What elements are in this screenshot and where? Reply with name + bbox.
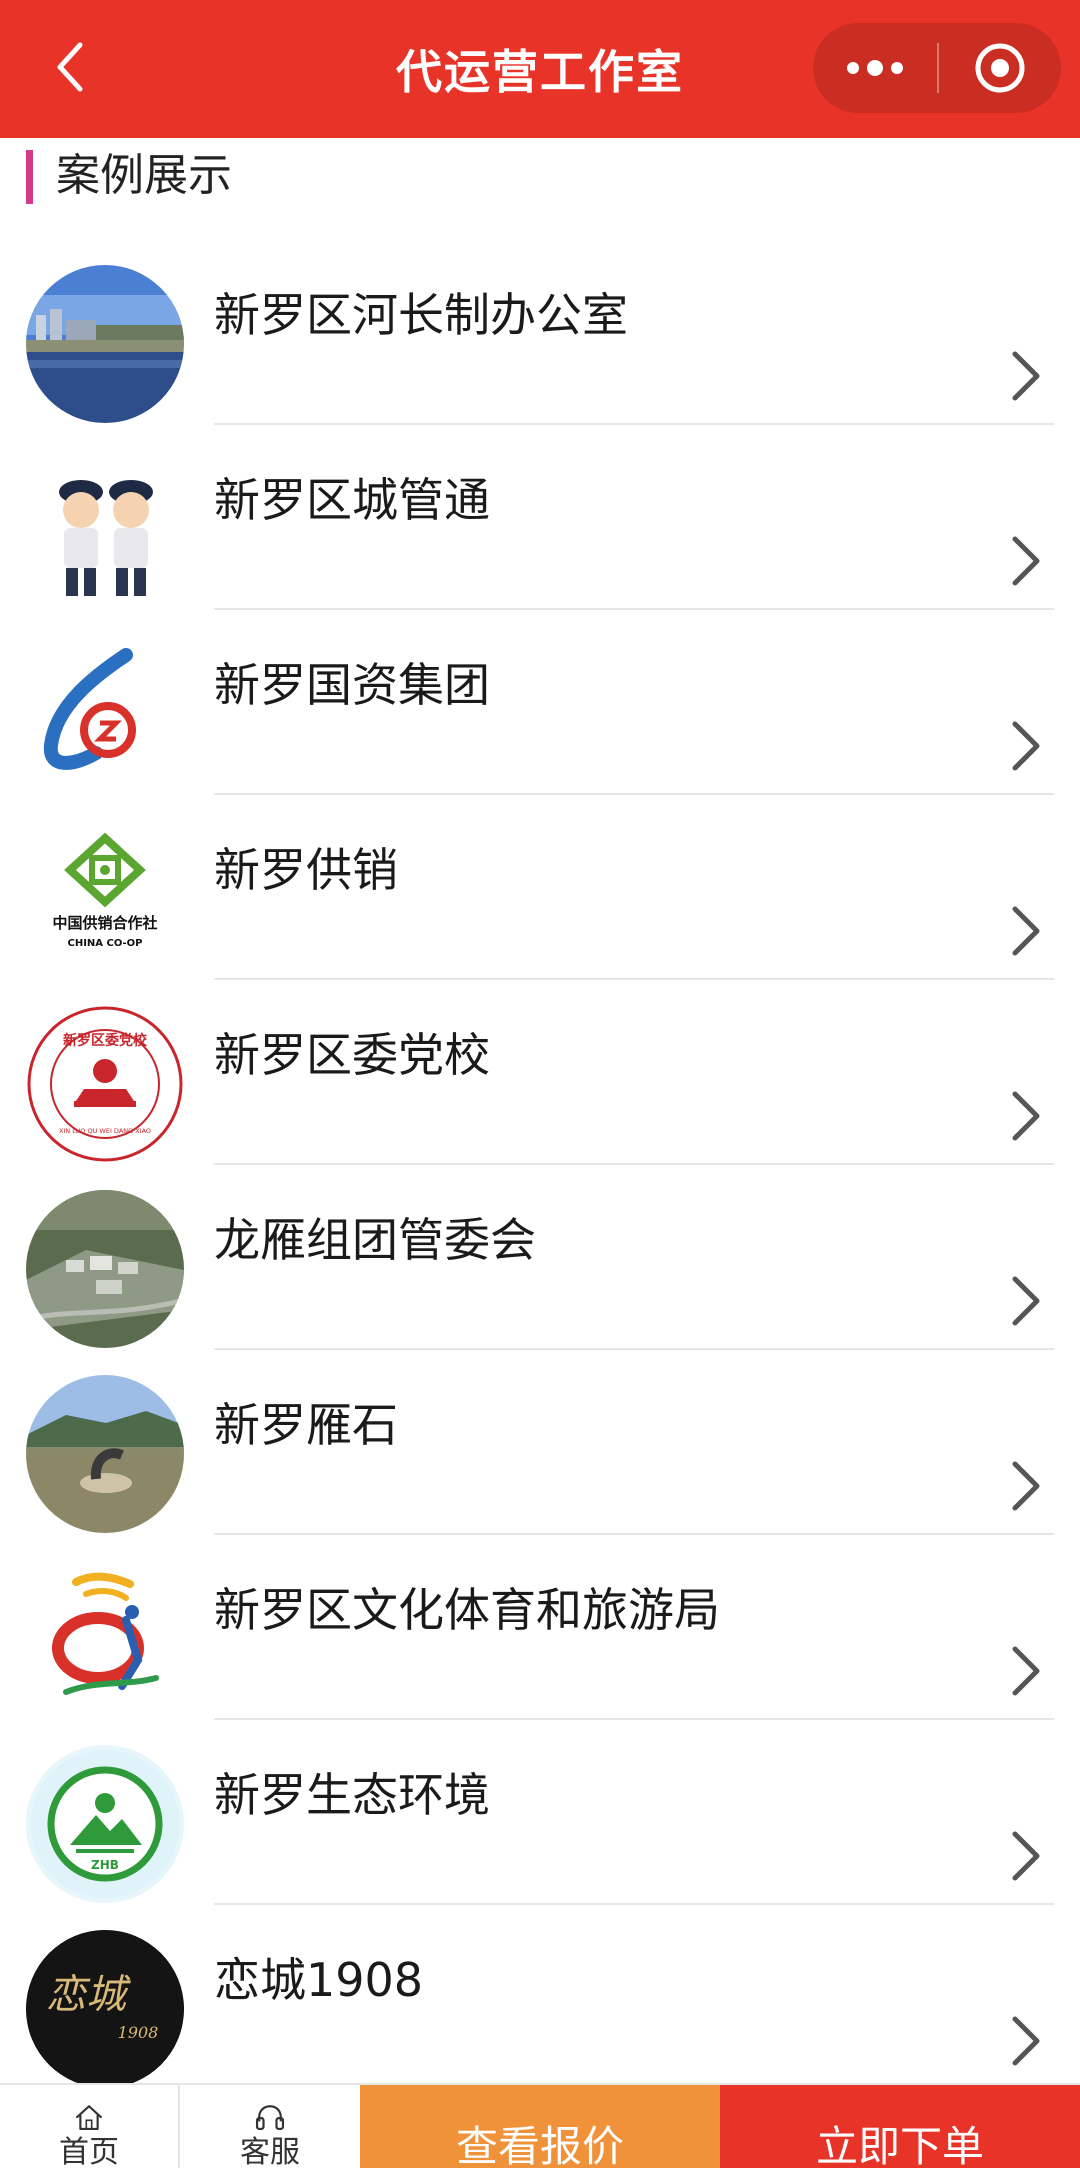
china-coop-logo-thumbnail: 中国供销合作社 CHINA CO-OP	[26, 820, 184, 978]
chevron-right-icon	[1012, 351, 1040, 401]
chevron-right-icon	[1012, 2016, 1040, 2066]
home-icon	[76, 2105, 102, 2130]
chevron-right-icon	[1012, 1276, 1040, 1326]
city-officers-thumbnail	[26, 450, 184, 608]
section-accent-bar	[26, 150, 33, 204]
case-name: 新罗区委党校	[214, 1028, 490, 1082]
list-item[interactable]: 龙雁组团管委会	[0, 1165, 1080, 1350]
section-title: 案例展示	[56, 150, 232, 201]
coop-logo-text: 中国供销合作社	[52, 914, 157, 932]
case-name: 龙雁组团管委会	[214, 1213, 536, 1267]
mini-program-capsule	[813, 23, 1061, 113]
back-button[interactable]	[30, 22, 110, 112]
list-item[interactable]: 新罗国资集团	[0, 610, 1080, 795]
back-chevron-icon	[57, 42, 83, 92]
case-name: 新罗区河长制办公室	[214, 288, 628, 342]
chevron-right-icon	[1012, 1461, 1040, 1511]
coop-logo-subtext: CHINA CO-OP	[67, 938, 142, 949]
list-item[interactable]: 新罗雁石	[0, 1350, 1080, 1535]
list-item[interactable]: ZHB 新罗生态环境	[0, 1720, 1080, 1905]
chevron-right-icon	[1012, 1646, 1040, 1696]
case-name: 新罗雁石	[214, 1398, 398, 1452]
order-now-label: 立即下单	[815, 2122, 984, 2168]
riverside-sculpture-thumbnail	[26, 1375, 184, 1533]
liancheng-logo-subtext: 1908	[118, 2023, 159, 2042]
case-list: 新罗区河长制办公室 新罗区城管通 新罗国资集团 中国供销合作社 CHINA CO…	[0, 240, 1080, 2090]
list-item[interactable]: 恋城 1908 恋城1908	[0, 1905, 1080, 2090]
home-tab-label: 首页	[59, 2135, 119, 2168]
state-assets-logo-thumbnail	[26, 635, 184, 793]
seal-subtext: XIN LUO QU WEI DANG XIAO	[59, 1127, 151, 1135]
culture-tourism-logo-thumbnail	[26, 1560, 184, 1718]
aerial-town-thumbnail	[26, 1190, 184, 1348]
party-school-seal-thumbnail: 新罗区委党校 XIN LUO QU WEI DANG XIAO	[26, 1005, 184, 1163]
list-item[interactable]: 新罗区委党校 XIN LUO QU WEI DANG XIAO 新罗区委党校	[0, 980, 1080, 1165]
order-now-button[interactable]: 立即下单	[720, 2085, 1080, 2168]
chevron-right-icon	[1012, 721, 1040, 771]
list-item[interactable]: 新罗区城管通	[0, 425, 1080, 610]
case-name: 新罗区城管通	[214, 473, 490, 527]
liancheng-logo-thumbnail: 恋城 1908	[26, 1930, 184, 2088]
customer-service-tab[interactable]: 客服	[180, 2085, 360, 2168]
list-item[interactable]: 新罗区文化体育和旅游局	[0, 1535, 1080, 1720]
view-quote-label: 查看报价	[455, 2122, 624, 2168]
list-item[interactable]: 新罗区河长制办公室	[0, 240, 1080, 425]
bottom-action-bar: 首页 客服 查看报价 立即下单	[0, 2083, 1080, 2168]
target-close-icon	[975, 43, 1025, 93]
river-city-thumbnail	[26, 265, 184, 423]
ecology-logo-thumbnail: ZHB	[26, 1745, 184, 1903]
ecology-logo-text: ZHB	[91, 1858, 119, 1872]
chevron-right-icon	[1012, 906, 1040, 956]
headset-icon	[255, 2105, 285, 2130]
more-dots-icon	[847, 60, 903, 76]
seal-text: 新罗区委党校	[63, 1032, 148, 1049]
view-quote-button[interactable]: 查看报价	[360, 2085, 720, 2168]
section-header: 案例展示	[0, 138, 1080, 238]
chevron-right-icon	[1012, 536, 1040, 586]
case-name: 新罗国资集团	[214, 658, 490, 712]
case-name: 新罗生态环境	[214, 1768, 490, 1822]
close-button[interactable]	[939, 23, 1061, 113]
chevron-right-icon	[1012, 1091, 1040, 1141]
chevron-right-icon	[1012, 1831, 1040, 1881]
liancheng-logo-text: 恋城	[46, 1972, 131, 2018]
case-name: 恋城1908	[214, 1953, 424, 2007]
more-button[interactable]	[813, 23, 937, 113]
home-tab[interactable]: 首页	[0, 2085, 180, 2168]
nav-header: 代运营工作室	[0, 0, 1080, 138]
service-tab-label: 客服	[240, 2135, 300, 2168]
case-name: 新罗区文化体育和旅游局	[214, 1583, 720, 1637]
case-name: 新罗供销	[214, 843, 398, 897]
list-item[interactable]: 中国供销合作社 CHINA CO-OP 新罗供销	[0, 795, 1080, 980]
